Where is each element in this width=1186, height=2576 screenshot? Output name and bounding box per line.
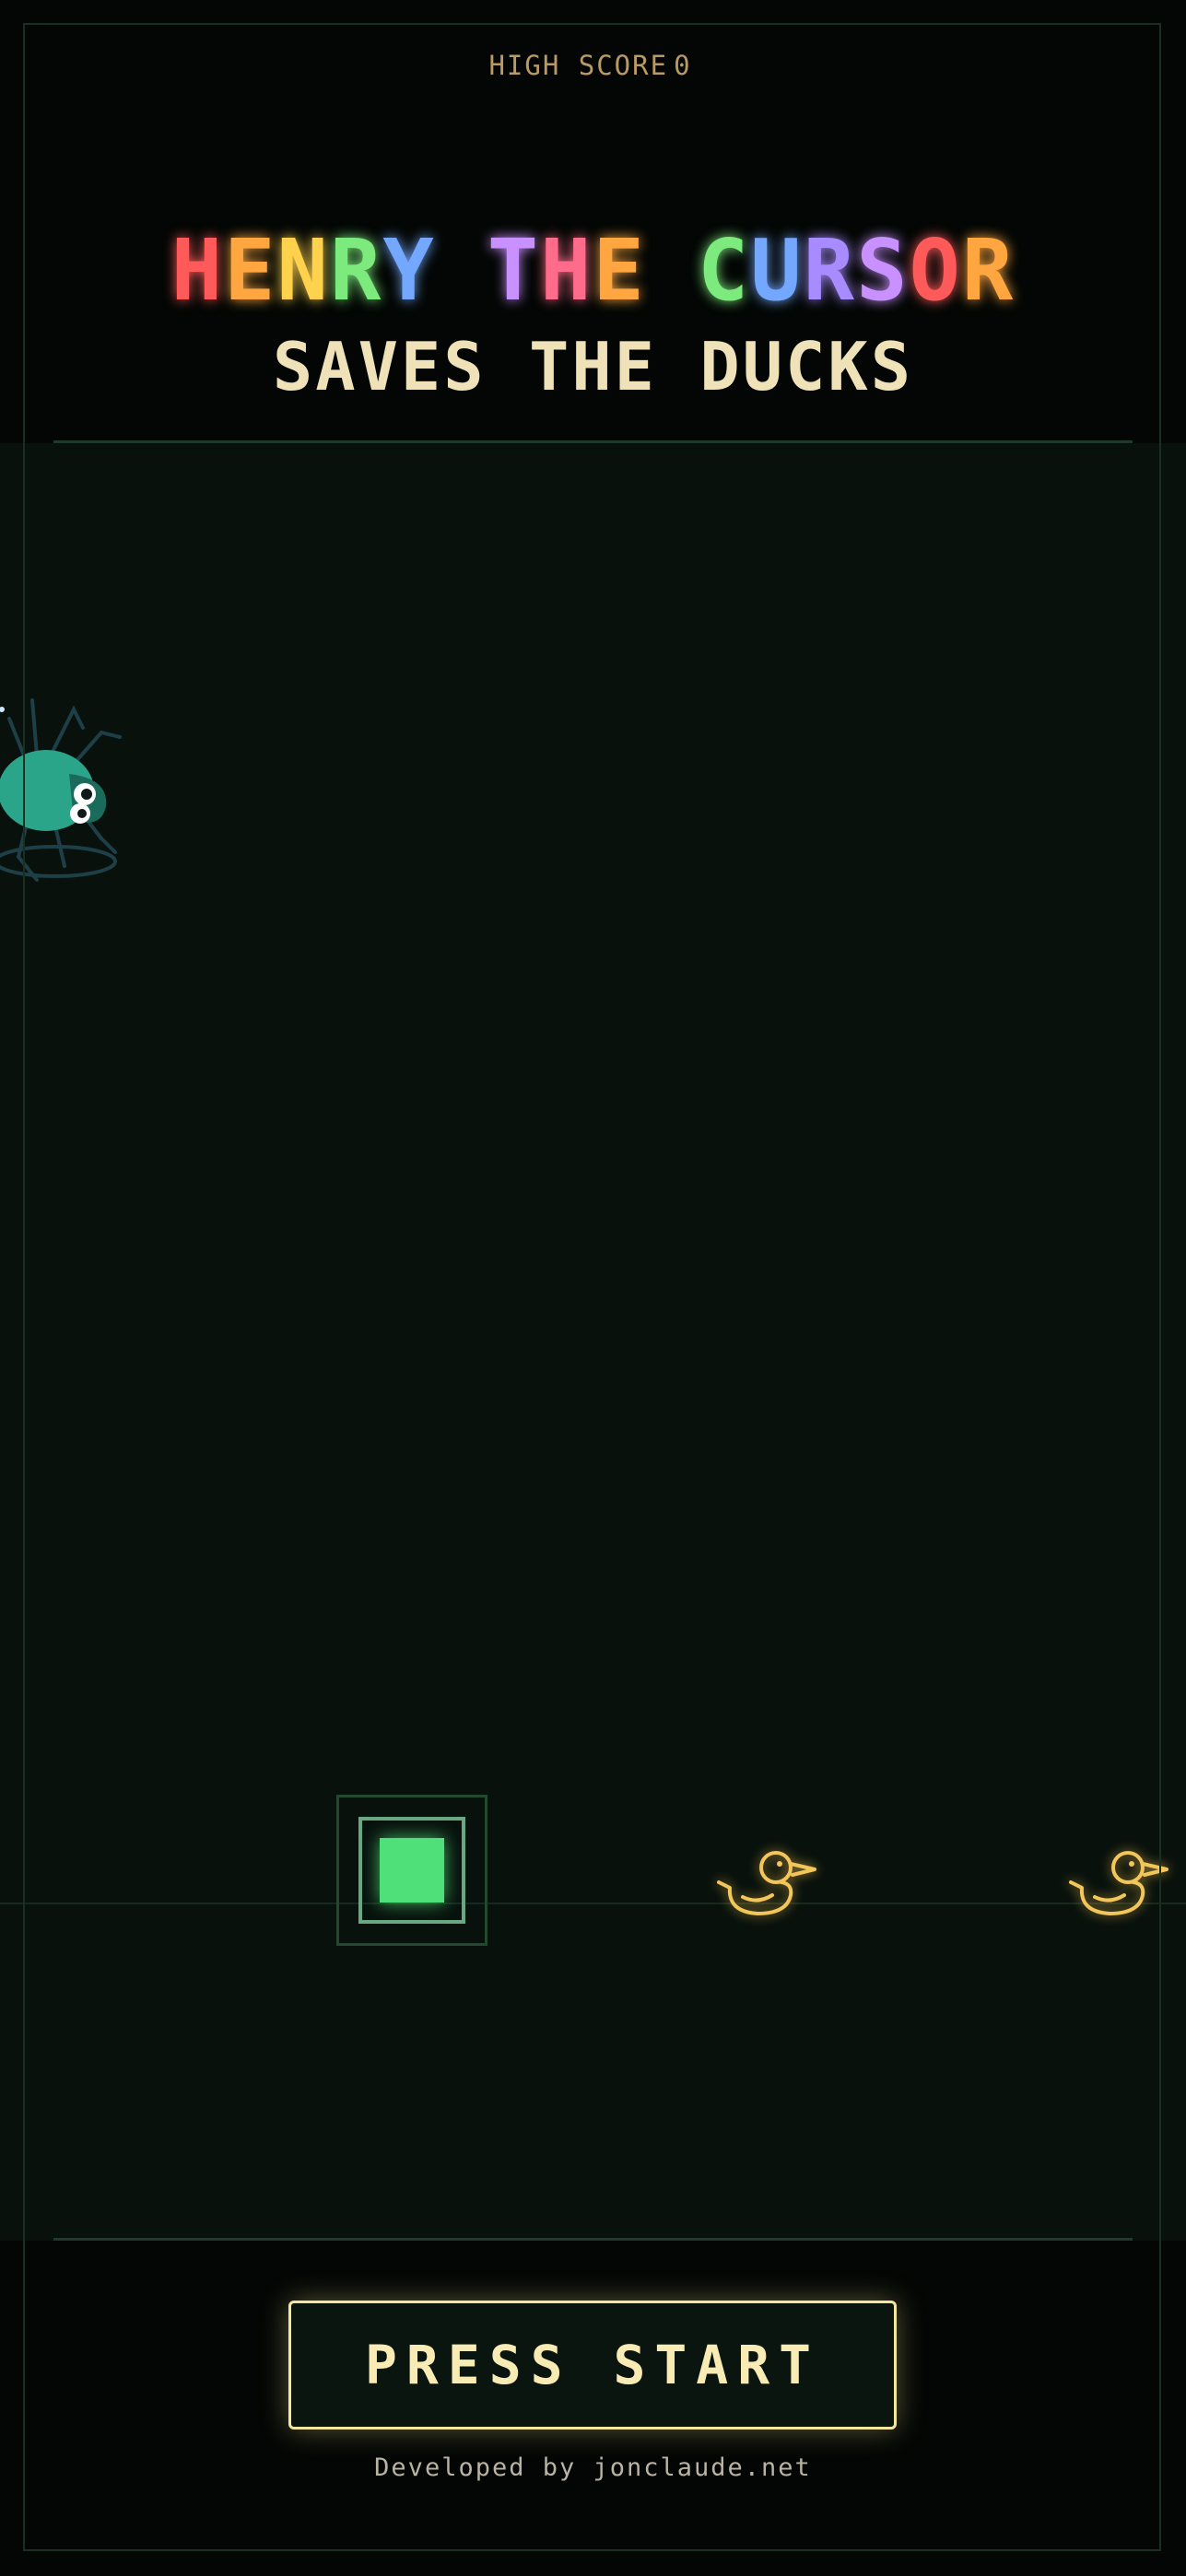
duck-icon [717, 1851, 816, 1915]
ground-line [0, 1903, 1186, 1904]
title-letter: O [909, 221, 962, 320]
high-score: HIGH SCORE 0 [0, 50, 1186, 81]
cursor-core [380, 1838, 444, 1903]
game-screen[interactable]: HIGH SCORE 0 HENRY THE CURSOR SAVES THE D… [0, 0, 1186, 2576]
press-start-button[interactable]: PRESS START [288, 2301, 897, 2430]
title-letter: H [540, 221, 593, 320]
title-letter: C [697, 221, 751, 320]
high-score-label: HIGH SCORE [488, 50, 669, 81]
title-letter: R [329, 221, 383, 320]
title-letter: N [276, 221, 330, 320]
title-letter: R [961, 221, 1016, 320]
title-letter: E [593, 221, 646, 320]
game-title: HENRY THE CURSOR [0, 228, 1186, 313]
title-letter: S [856, 221, 910, 320]
title-letter: R [803, 221, 857, 320]
game-subtitle: SAVES THE DUCKS [272, 328, 914, 405]
title-letter: H [170, 221, 225, 320]
title-letter: E [224, 221, 277, 320]
playfield-top-divider [53, 440, 1133, 443]
playfield-bottom-divider [53, 2238, 1133, 2241]
spider-icon [0, 698, 122, 882]
title-letter: U [750, 221, 804, 320]
duck-icon [1069, 1851, 1168, 1915]
developer-credit: Developed by jonclaude.net [374, 2453, 812, 2482]
playfield[interactable] [0, 443, 1186, 2241]
henry-cursor [336, 1795, 487, 1946]
high-score-value: 0 [674, 50, 692, 81]
title-letter: Y [382, 221, 436, 320]
title-letter: T [487, 221, 541, 320]
